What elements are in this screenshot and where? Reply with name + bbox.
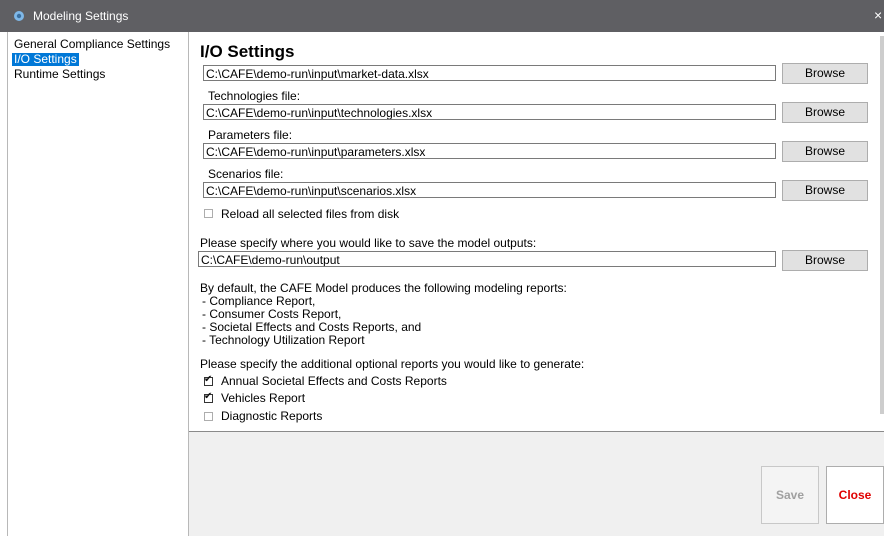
vehicles-report-label[interactable]: Vehicles Report xyxy=(221,391,305,405)
reload-files-label[interactable]: Reload all selected files from disk xyxy=(221,207,399,221)
vertical-scrollbar[interactable] xyxy=(880,36,884,414)
default-report-item: - Compliance Report, xyxy=(202,294,316,308)
nav-item-general-compliance[interactable]: General Compliance Settings xyxy=(12,38,172,51)
parameters-browse-button[interactable]: Browse xyxy=(782,141,868,162)
scrollbar-thumb[interactable] xyxy=(880,36,884,414)
save-button[interactable]: Save xyxy=(761,466,819,524)
technologies-file-field[interactable]: C:\CAFE\demo-run\input\technologies.xlsx xyxy=(203,104,776,120)
close-button[interactable]: Close xyxy=(826,466,884,524)
market-data-file-field[interactable]: C:\CAFE\demo-run\input\market-data.xlsx xyxy=(203,65,776,81)
reload-files-checkbox[interactable] xyxy=(204,209,213,218)
window-title: Modeling Settings xyxy=(33,9,129,23)
vehicles-report-checkbox[interactable] xyxy=(204,391,213,403)
technologies-file-label: Technologies file: xyxy=(208,89,301,103)
output-location-label: Please specify where you would like to s… xyxy=(200,236,537,250)
diagnostic-reports-label[interactable]: Diagnostic Reports xyxy=(221,409,322,423)
page-title: I/O Settings xyxy=(200,42,295,61)
nav-item-io-settings[interactable]: I/O Settings xyxy=(12,53,79,66)
market-data-browse-button[interactable]: Browse xyxy=(782,63,868,84)
scenarios-browse-button[interactable]: Browse xyxy=(782,180,868,201)
diagnostic-reports-checkbox[interactable] xyxy=(204,412,213,421)
window-close-icon[interactable]: × xyxy=(874,7,882,23)
default-reports-intro: By default, the CAFE Model produces the … xyxy=(200,281,567,295)
annual-societal-effects-checkbox[interactable] xyxy=(204,374,213,386)
parameters-file-field[interactable]: C:\CAFE\demo-run\input\parameters.xlsx xyxy=(203,143,776,159)
default-report-item: - Consumer Costs Report, xyxy=(202,307,342,321)
title-bar: Modeling Settings × xyxy=(0,0,884,32)
parameters-file-label: Parameters file: xyxy=(208,128,293,142)
optional-reports-intro: Please specify the additional optional r… xyxy=(200,357,585,371)
technologies-browse-button[interactable]: Browse xyxy=(782,102,868,123)
output-browse-button[interactable]: Browse xyxy=(782,250,868,271)
settings-nav: General Compliance Settings I/O Settings… xyxy=(8,36,188,536)
gear-icon xyxy=(14,11,24,21)
output-folder-field[interactable]: C:\CAFE\demo-run\output xyxy=(198,251,776,267)
default-report-item: - Societal Effects and Costs Reports, an… xyxy=(202,320,422,334)
scenarios-file-label: Scenarios file: xyxy=(208,167,284,181)
default-report-item: - Technology Utilization Report xyxy=(202,333,365,347)
scenarios-file-field[interactable]: C:\CAFE\demo-run\input\scenarios.xlsx xyxy=(203,182,776,198)
annual-societal-effects-label[interactable]: Annual Societal Effects and Costs Report… xyxy=(221,374,447,388)
nav-item-runtime-settings[interactable]: Runtime Settings xyxy=(12,68,107,81)
